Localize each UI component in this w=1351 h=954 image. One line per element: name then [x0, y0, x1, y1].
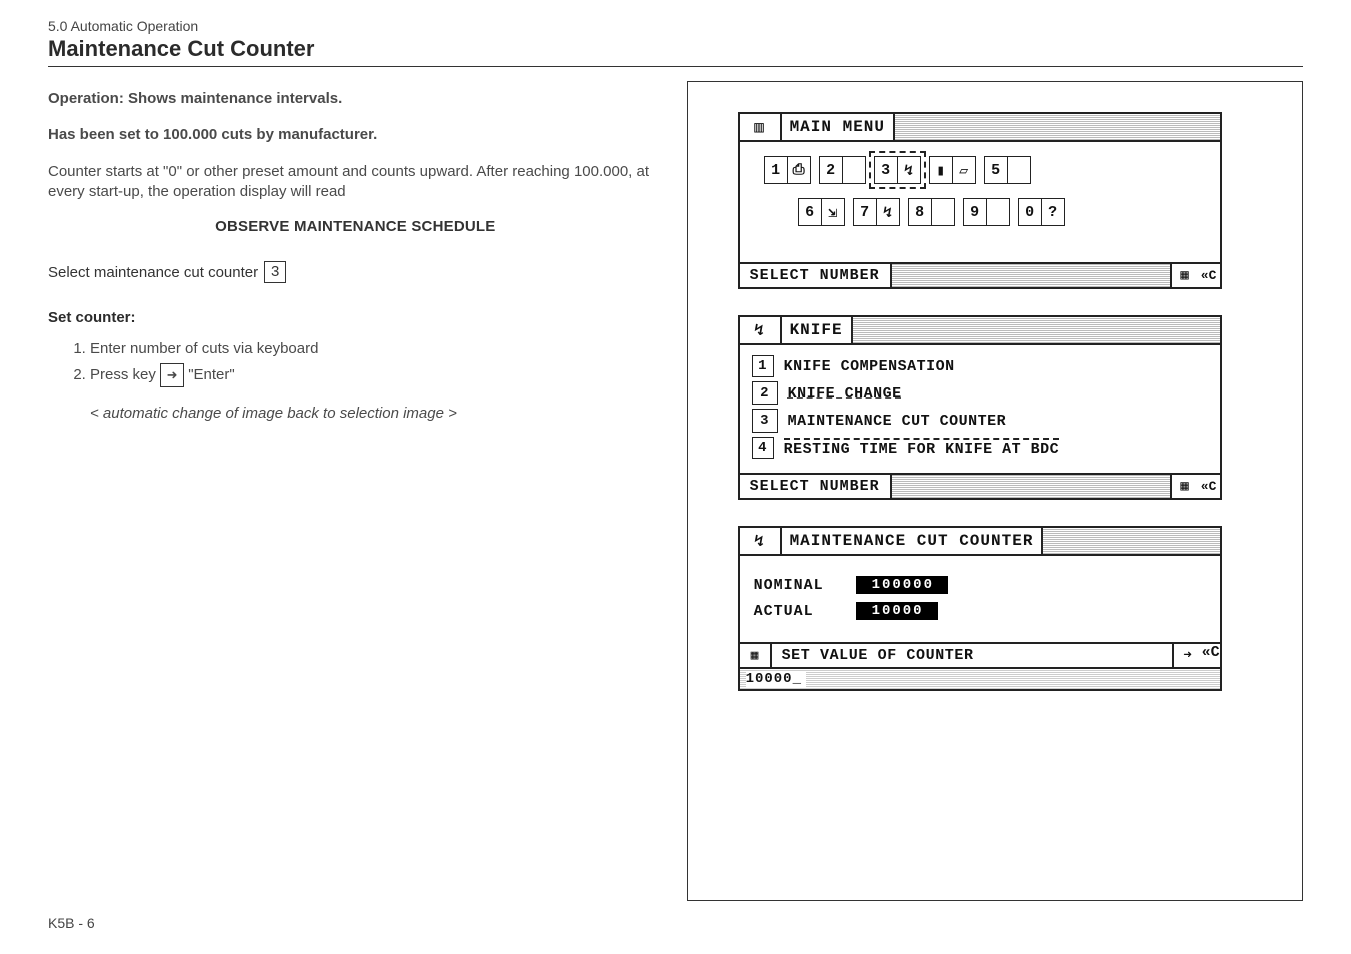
lcd-cut-counter: ↯ MAINTENANCE CUT COUNTER NOMINAL 100000… — [738, 526, 1222, 691]
lcd-main-menu: ▥ MAIN MENU 1⎙ 2 3↯ ▮▱ 5 6⇲ 7↯ — [738, 112, 1222, 289]
auto-change-note: < automatic change of image back to sele… — [90, 405, 663, 422]
menu-row-2: 6⇲ 7↯ 8 9 0? — [750, 198, 1210, 226]
preset-note: Has been set to 100.000 cuts by manufact… — [48, 125, 663, 145]
item-number: 4 — [752, 437, 774, 459]
set-value-prompt: SET VALUE OF COUNTER — [772, 644, 1172, 667]
select-number-prompt: SELECT NUMBER — [740, 475, 892, 498]
foot-texture — [892, 264, 1170, 287]
operation-heading: Operation: Shows maintenance intervals. — [48, 89, 663, 109]
actual-label: ACTUAL — [754, 603, 844, 620]
enter-icon[interactable]: ➜ — [1172, 644, 1202, 667]
item-label: RESTING TIME FOR KNIFE AT BDC — [784, 438, 1060, 458]
knife-item-4[interactable]: 4 RESTING TIME FOR KNIFE AT BDC — [752, 437, 1208, 459]
foot-texture — [892, 475, 1170, 498]
item-label: MAINTENANCE CUT COUNTER — [788, 413, 1007, 430]
menu-5[interactable]: 5 — [984, 156, 1031, 184]
keypad-icon: ▦ — [1170, 475, 1198, 498]
steps-list: Enter number of cuts via keyboard Press … — [48, 340, 663, 387]
step-1: Enter number of cuts via keyboard — [90, 340, 663, 357]
clear-c-icon[interactable]: «C — [1198, 264, 1220, 287]
lcd-knife-menu: ↯ KNIFE 1 KNIFE COMPENSATION 2 KNIFE CHA… — [738, 315, 1222, 500]
counter-input-value: 10000_ — [746, 671, 806, 687]
lcd-knife-title: KNIFE — [782, 317, 853, 343]
menu-9[interactable]: 9 — [963, 198, 1010, 226]
lcd-main-title: MAIN MENU — [782, 114, 895, 140]
step-2: Press key ➜ "Enter" — [90, 363, 663, 387]
keypad-icon: ▦ — [740, 644, 772, 667]
knife-icon: ↯ — [740, 528, 782, 554]
title-underline — [48, 66, 1303, 67]
item-label: KNIFE CHANGE — [788, 385, 902, 402]
step-2-prefix: Press key — [90, 366, 160, 383]
nominal-row: NOMINAL 100000 — [754, 576, 1206, 594]
set-counter-heading: Set counter: — [48, 309, 663, 326]
actual-value: 10000 — [856, 602, 938, 620]
menu-1[interactable]: 1⎙ — [764, 156, 811, 184]
screens-column: ▥ MAIN MENU 1⎙ 2 3↯ ▮▱ 5 6⇲ 7↯ — [687, 81, 1303, 901]
knife-item-3-highlighted[interactable]: 3 MAINTENANCE CUT COUNTER — [752, 409, 1208, 433]
knife-item-2[interactable]: 2 KNIFE CHANGE — [752, 381, 1208, 405]
select-number-prompt: SELECT NUMBER — [740, 264, 892, 287]
book-icon: ▥ — [740, 114, 782, 140]
item-number: 2 — [752, 381, 778, 405]
enter-key-icon: ➜ — [160, 363, 184, 387]
page-footer: K5B - 6 — [48, 915, 1303, 931]
header-texture — [895, 114, 1220, 140]
menu-7[interactable]: 7↯ — [853, 198, 900, 226]
maintenance-schedule-banner: OBSERVE MAINTENANCE SCHEDULE — [48, 218, 663, 235]
lcd-counter-title: MAINTENANCE CUT COUNTER — [782, 528, 1044, 554]
knife-item-1[interactable]: 1 KNIFE COMPENSATION — [752, 355, 1208, 377]
item-number: 1 — [752, 355, 774, 377]
actual-row: ACTUAL 10000 — [754, 602, 1206, 620]
header-texture — [1043, 528, 1219, 554]
select-counter-label: Select maintenance cut counter — [48, 264, 258, 281]
header-texture — [853, 317, 1220, 343]
item-number: 3 — [752, 409, 778, 433]
clear-c-icon[interactable]: «C — [1202, 644, 1220, 667]
menu-6[interactable]: 6⇲ — [798, 198, 845, 226]
key-3: 3 — [264, 261, 286, 283]
nominal-label: NOMINAL — [754, 577, 844, 594]
menu-8[interactable]: 8 — [908, 198, 955, 226]
keypad-icon: ▦ — [1170, 264, 1198, 287]
knife-icon: ↯ — [740, 317, 782, 343]
menu-row-1: 1⎙ 2 3↯ ▮▱ 5 — [750, 156, 1210, 184]
page-title: Maintenance Cut Counter — [48, 36, 1303, 62]
clear-c-icon[interactable]: «C — [1198, 475, 1220, 498]
nominal-value: 100000 — [856, 576, 948, 594]
item-label: KNIFE COMPENSATION — [784, 358, 955, 375]
breadcrumb: 5.0 Automatic Operation — [48, 18, 1303, 34]
menu-2[interactable]: 2 — [819, 156, 866, 184]
menu-0-help[interactable]: 0? — [1018, 198, 1065, 226]
step-2-suffix: "Enter" — [188, 366, 235, 383]
counter-description: Counter starts at "0" or other preset am… — [48, 162, 663, 203]
instructions-column: Operation: Shows maintenance intervals. … — [48, 81, 663, 901]
counter-input-row[interactable]: 10000_ — [740, 667, 1220, 689]
menu-3-highlighted[interactable]: 3↯ — [874, 156, 921, 184]
menu-4[interactable]: ▮▱ — [929, 156, 976, 184]
